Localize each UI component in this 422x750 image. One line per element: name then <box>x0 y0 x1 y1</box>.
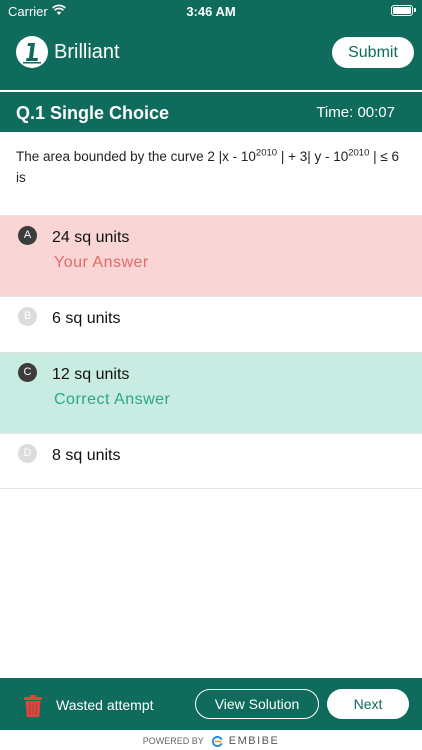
option-c[interactable]: C 12 sq units Correct Answer <box>0 352 422 433</box>
view-solution-button[interactable]: View Solution <box>195 689 319 719</box>
app-header: Brilliant Submit <box>0 22 422 90</box>
footer: POWERED BY EMBIBE <box>0 730 422 750</box>
bottom-bar: Wasted attempt View Solution Next <box>0 678 422 730</box>
option-text: 24 sq units <box>52 229 130 246</box>
brilliant-logo-icon <box>16 36 48 68</box>
your-answer-label: Your Answer <box>54 254 149 271</box>
status-bar: Carrier 3:46 AM <box>0 0 422 22</box>
option-a[interactable]: A 24 sq units Your Answer <box>0 215 422 296</box>
option-text: 6 sq units <box>52 310 121 327</box>
status-time: 3:46 AM <box>186 4 236 19</box>
option-letter-badge: A <box>18 226 37 245</box>
option-text: 12 sq units <box>52 366 130 383</box>
embibe-logo-icon <box>212 735 223 747</box>
question-header: Q.1 Single Choice Time: 00:07 <box>0 92 422 132</box>
option-b[interactable]: B 6 sq units <box>0 296 422 352</box>
exponent: 2010 <box>348 147 370 159</box>
trash-icon <box>24 695 42 717</box>
wasted-attempt-label: Wasted attempt <box>56 697 154 713</box>
embibe-brand: EMBIBE <box>228 735 280 747</box>
submit-button[interactable]: Submit <box>332 37 414 68</box>
option-letter-badge: D <box>18 444 37 463</box>
option-d[interactable]: D 8 sq units <box>0 433 422 489</box>
question-text-part: The area bounded by the curve 2 |x - 10 <box>16 149 256 164</box>
timer: Time: 00:07 <box>316 104 395 121</box>
app-name: Brilliant <box>54 41 120 63</box>
next-button[interactable]: Next <box>327 689 409 719</box>
exponent: 2010 <box>255 147 278 159</box>
timer-value: 00:07 <box>357 104 395 121</box>
option-letter-badge: B <box>18 307 37 326</box>
timer-label: Time: <box>316 104 354 121</box>
question-text: The area bounded by the curve 2 |x - 102… <box>16 146 412 188</box>
powered-by-label: POWERED BY <box>142 736 204 746</box>
option-text: 8 sq units <box>52 447 121 464</box>
option-letter-badge: C <box>18 363 37 382</box>
battery-icon <box>391 5 416 16</box>
question-type: Q.1 Single Choice <box>16 103 170 123</box>
correct-answer-label: Correct Answer <box>54 391 171 408</box>
question-text-part: | + 3| y - 10 <box>277 149 349 164</box>
